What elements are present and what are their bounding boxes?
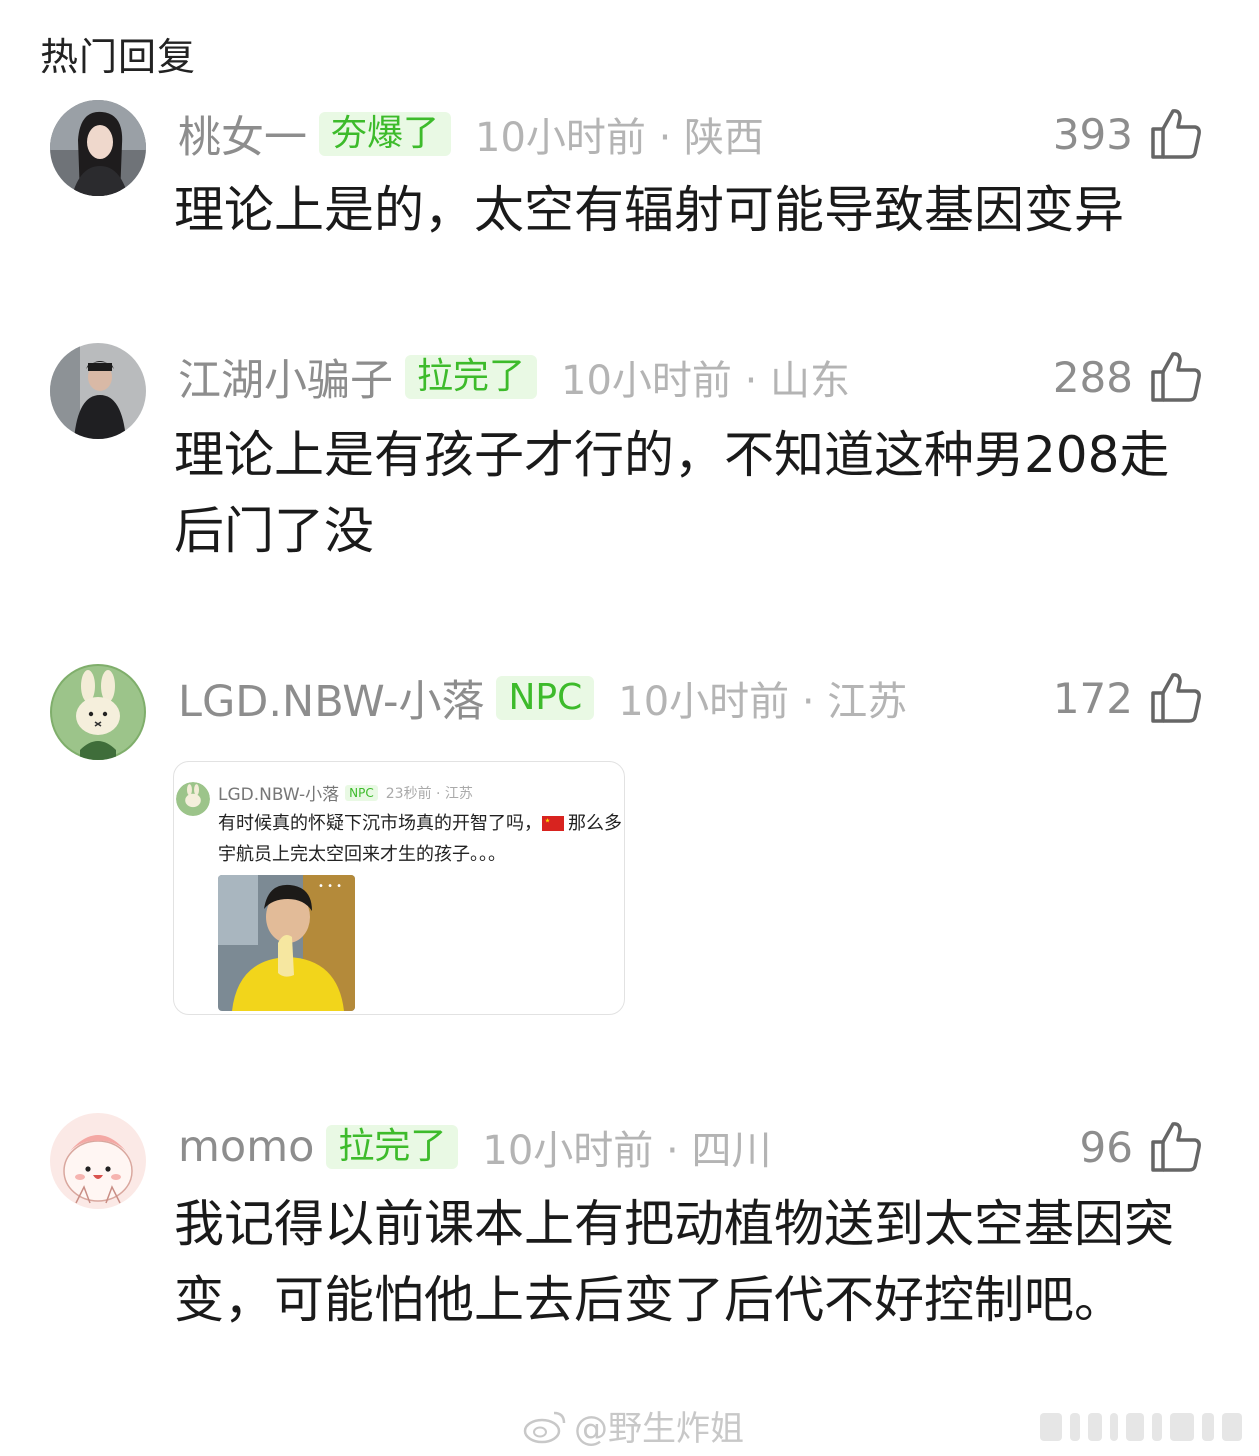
user-avatar[interactable]	[50, 343, 146, 439]
thumbs-up-icon	[1151, 1122, 1201, 1172]
like-count: 172	[1052, 673, 1133, 723]
watermark-text: @野生炸姐	[574, 1408, 744, 1449]
comment-text: 我记得以前课本上有把动植物送到太空基因突变，可能怕他上去后变了后代不好控制吧。	[174, 1195, 1174, 1329]
comment-text: 理论上是有孩子才行的，不知道这种男208走后门了没	[174, 426, 1170, 560]
user-badge: 夯爆了	[319, 112, 452, 156]
user-badge: 拉完了	[405, 355, 538, 399]
bunny-avatar-icon	[50, 664, 146, 760]
embed-text-part1: 有时候真的怀疑下沉市场真的开智了吗，	[218, 813, 542, 834]
username[interactable]: LGD.NBW-小落	[178, 667, 484, 729]
like-button[interactable]: 288	[1053, 347, 1203, 407]
comment-text: 理论上是的，太空有辐射可能导致基因变异	[174, 181, 1124, 239]
user-badge: 拉完了	[326, 1125, 459, 1169]
embedded-screenshot[interactable]: LGD.NBW-小落 NPC 23秒前 · 江苏 有时候真的怀疑下沉市场真的开智…	[173, 761, 625, 1015]
comment-meta: 10小时前 · 陕西	[475, 115, 765, 161]
username[interactable]: 江湖小骗子	[178, 346, 393, 408]
thumbs-up-icon	[1151, 109, 1201, 159]
username[interactable]: momo	[178, 1122, 314, 1172]
comment-meta: 10小时前 · 江苏	[618, 679, 908, 725]
username[interactable]: 桃女一	[178, 103, 307, 165]
avatar-photo-icon	[50, 343, 146, 439]
like-button[interactable]: 172	[1053, 668, 1203, 728]
embed-text: 有时候真的怀疑下沉市场真的开智了吗， 那么多宇航员上完太空回来才生的孩子。。。	[218, 808, 624, 870]
watermark-bars	[1040, 1412, 1250, 1442]
embed-avatar	[176, 782, 210, 816]
like-count: 96	[1079, 1122, 1133, 1172]
like-button[interactable]: 393	[1053, 104, 1203, 164]
comment-meta: 10小时前 · 四川	[482, 1128, 772, 1174]
embed-username: LGD.NBW-小落	[218, 785, 340, 805]
user-avatar[interactable]	[50, 664, 146, 760]
like-button[interactable]: 96	[1080, 1117, 1203, 1177]
china-flag-icon	[542, 816, 564, 831]
embed-badge: NPC	[345, 784, 378, 801]
user-avatar[interactable]	[50, 1113, 146, 1209]
user-badge: NPC	[496, 676, 595, 720]
weibo-logo-icon	[523, 1411, 566, 1444]
cartoon-face-avatar-icon	[50, 1113, 146, 1209]
thumbs-up-icon	[1151, 673, 1201, 723]
section-title: 热门回复	[40, 35, 197, 79]
svg-text:• • •: • • •	[318, 881, 342, 892]
embed-meta: 23秒前 · 江苏	[385, 785, 473, 802]
like-count: 288	[1052, 352, 1133, 402]
comment-meta: 10小时前 · 山东	[561, 358, 851, 404]
avatar-photo-icon	[50, 100, 146, 196]
user-avatar[interactable]	[50, 100, 146, 196]
embed-meme-image: • • •	[218, 875, 355, 1011]
like-count: 393	[1052, 109, 1133, 159]
bunny-avatar-icon	[176, 782, 210, 816]
watermark: @野生炸姐	[522, 1400, 744, 1450]
thumbs-up-icon	[1151, 352, 1201, 402]
